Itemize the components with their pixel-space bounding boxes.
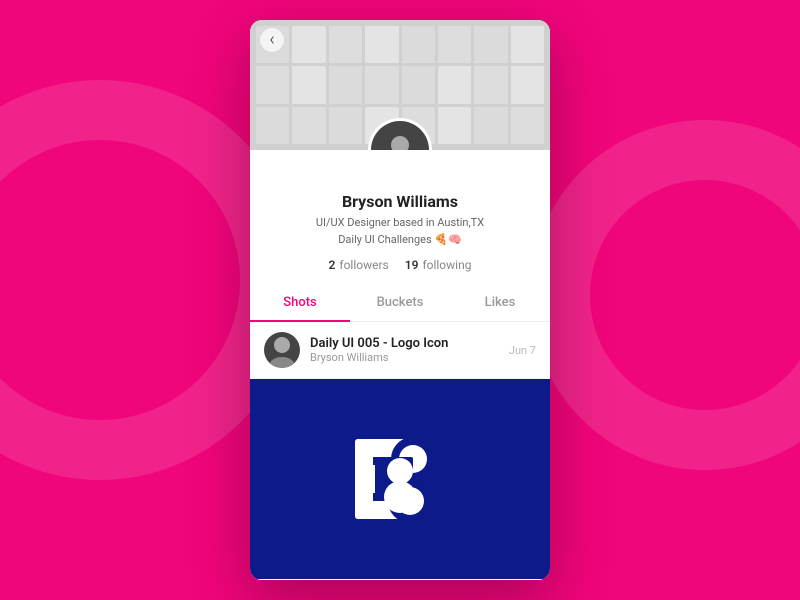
sticky-note [511,26,544,63]
sticky-note [511,66,544,103]
shot-date: Jun 7 [509,344,536,357]
bio-line1: UI/UX Designer based in Austin,TX [250,215,550,232]
logo-b-svg [345,429,455,529]
shot-title: Daily UI 005 - Logo Icon [310,336,499,351]
following-stat: 19 following [405,258,472,272]
followers-stat: 2 followers [329,258,389,272]
sticky-note [438,26,471,63]
followers-label: followers [339,258,388,272]
shot-avatar-svg [264,332,300,368]
sticky-note [511,107,544,144]
cover-photo: ‹ [250,20,550,150]
following-count: 19 [405,258,419,272]
tab-likes[interactable]: Likes [450,285,550,322]
shot-author: Bryson Williams [310,351,499,364]
profile-name: Bryson Williams [250,192,550,211]
sticky-note [256,107,289,144]
sticky-note [474,66,507,103]
tab-likes-label: Likes [485,295,516,310]
sticky-note [438,66,471,103]
tab-shots[interactable]: Shots [250,285,350,322]
sticky-note [292,107,325,144]
sticky-note [365,66,398,103]
shot-item[interactable]: Daily UI 005 - Logo Icon Bryson Williams… [250,322,550,379]
sticky-note [256,66,289,103]
sticky-note [402,26,435,63]
sticky-note [292,26,325,63]
shot-avatar [264,332,300,368]
sticky-note [292,66,325,103]
sticky-note [329,107,362,144]
profile-info: Bryson Williams UI/UX Designer based in … [250,150,550,284]
shot-meta: Daily UI 005 - Logo Icon Bryson Williams [310,336,499,364]
bio-line2: Daily UI Challenges 🍕🧠 [250,232,550,249]
tab-shots-label: Shots [283,295,317,310]
sticky-note [474,26,507,63]
phone-card: ‹ Bryson Williams UI/UX Designer based i… [250,20,550,580]
following-label: following [422,258,471,272]
profile-stats: 2 followers 19 following [250,258,550,272]
shot-preview[interactable] [250,379,550,579]
tab-buckets[interactable]: Buckets [350,285,450,322]
back-button[interactable]: ‹ [260,28,284,52]
sticky-note [329,26,362,63]
tab-bar: Shots Buckets Likes [250,284,550,322]
shots-list: Daily UI 005 - Logo Icon Bryson Williams… [250,322,550,580]
sticky-note [329,66,362,103]
sticky-note [474,107,507,144]
avatar-image [371,121,429,150]
profile-bio: UI/UX Designer based in Austin,TX Daily … [250,215,550,248]
back-icon: ‹ [269,31,274,49]
tab-buckets-label: Buckets [377,295,424,310]
avatar-svg [380,130,420,150]
bg-circle-right [530,120,800,470]
followers-count: 2 [329,258,336,272]
sticky-note [438,107,471,144]
sticky-note [402,66,435,103]
sticky-note [365,26,398,63]
